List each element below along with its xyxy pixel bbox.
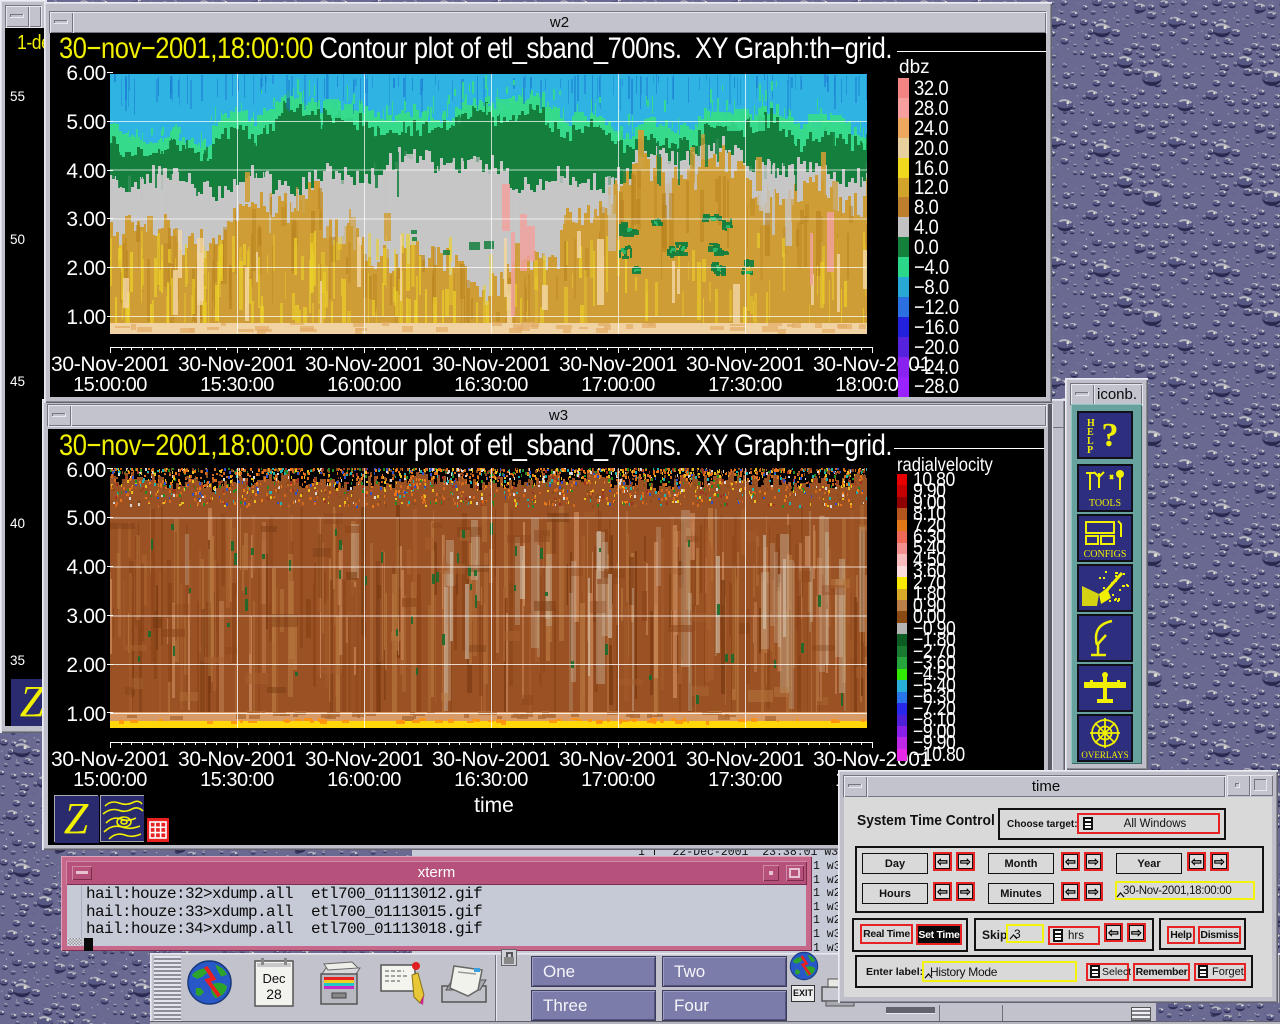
svg-text:TOOLS: TOOLS bbox=[1089, 498, 1121, 509]
svg-text:P: P bbox=[1087, 445, 1093, 456]
svg-text:Z: Z bbox=[20, 679, 42, 726]
svg-text:28: 28 bbox=[266, 986, 282, 1002]
svg-text:?: ? bbox=[1102, 417, 1119, 454]
svg-text:CONFIGS: CONFIGS bbox=[1084, 549, 1127, 560]
svg-text:OVERLAYS: OVERLAYS bbox=[1081, 750, 1128, 760]
svg-text:Dec: Dec bbox=[262, 971, 286, 986]
